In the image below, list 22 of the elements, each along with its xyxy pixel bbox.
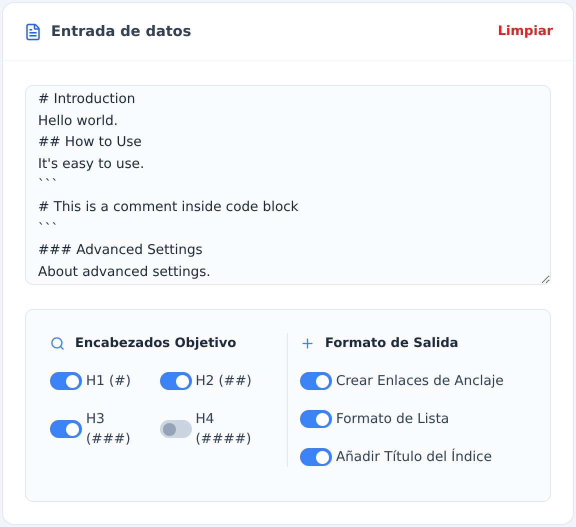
plus-icon: [300, 336, 315, 350]
section-heading: Encabezados Objetivo: [75, 336, 236, 350]
toggle-switch[interactable]: [300, 410, 332, 428]
toggle-switch[interactable]: [50, 372, 82, 390]
input-field[interactable]: # Introduction Hello world. ## How to Use It's easy to use. ``` # This is a comment inside code block ``` ### Advanced Settings About advanced settings.: [25, 85, 551, 285]
toggle-label: Formato de Lista: [336, 410, 450, 429]
toggle-label: H1 (#): [86, 372, 131, 391]
toggle-label: H3 (###): [86, 410, 132, 449]
toggle-switch[interactable]: [300, 372, 332, 390]
document-icon: [24, 22, 42, 40]
toggle-switch[interactable]: [300, 448, 332, 466]
toggle-label: H2 (##): [196, 372, 252, 391]
search-icon: [50, 336, 65, 350]
toggle-switch[interactable]: [160, 372, 192, 390]
section-heading: Formato de Salida: [325, 336, 458, 350]
toggle-switch[interactable]: [50, 420, 82, 438]
toggle-label: Añadir Título del Índice: [336, 448, 492, 467]
toggle-switch[interactable]: [160, 420, 192, 438]
toggle-label: Crear Enlaces de Anclaje: [336, 372, 504, 391]
card-title: Entrada de datos: [51, 24, 192, 40]
toggle-label: H4 (####): [196, 410, 252, 449]
clear-button[interactable]: Limpiar: [498, 22, 553, 41]
